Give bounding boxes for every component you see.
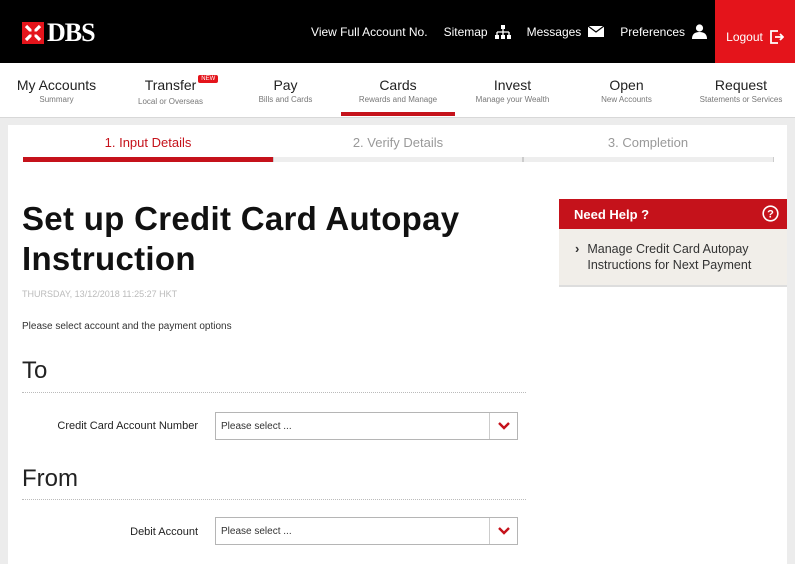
- step-bar-2: [273, 157, 523, 162]
- dbs-star-icon: [22, 22, 44, 44]
- nav-request[interactable]: Request Statements or Services: [692, 77, 790, 104]
- nav-request-sub: Statements or Services: [699, 95, 783, 104]
- step-bar-3: [523, 157, 774, 162]
- logout-icon: [769, 29, 784, 44]
- envelope-icon: [588, 26, 605, 37]
- messages-label: Messages: [526, 24, 582, 39]
- nav-my-accounts-sub: Summary: [39, 95, 74, 104]
- nav-open-sub: New Accounts: [601, 95, 652, 104]
- nav-pay-label: Pay: [273, 77, 298, 93]
- debit-account-label: Debit Account: [130, 526, 198, 538]
- from-heading: From: [22, 465, 78, 492]
- step-verify-details: 2. Verify Details: [352, 135, 444, 150]
- user-icon: [692, 24, 707, 39]
- nav-invest-sub: Manage your Wealth: [475, 95, 550, 104]
- nav-open[interactable]: Open New Accounts: [584, 77, 669, 104]
- preferences-link[interactable]: Preferences: [612, 0, 715, 63]
- progress-steps: 1. Input Details 2. Verify Details 3. Co…: [23, 125, 774, 163]
- from-divider: [22, 499, 526, 500]
- debit-account-select-value: Please select ...: [221, 526, 292, 537]
- nav-open-label: Open: [609, 77, 644, 93]
- view-full-account-link[interactable]: View Full Account No.: [303, 0, 436, 63]
- credit-card-select[interactable]: Please select ...: [215, 412, 518, 440]
- nav-my-accounts[interactable]: My Accounts Summary: [14, 77, 99, 104]
- nav-pay-sub: Bills and Cards: [258, 95, 313, 104]
- content-panel: 1. Input Details 2. Verify Details 3. Co…: [8, 125, 787, 564]
- top-links: View Full Account No. Sitemap Messages P…: [303, 0, 795, 63]
- nav-transfer-label-wrap: Transfer NEW: [144, 75, 219, 93]
- logout-button[interactable]: Logout: [715, 0, 795, 63]
- question-circle-icon[interactable]: ?: [762, 205, 779, 225]
- nav-transfer[interactable]: Transfer NEW Local or Overseas: [128, 75, 219, 106]
- active-nav-indicator: [341, 112, 455, 116]
- nav-transfer-sub: Local or Overseas: [138, 97, 203, 106]
- to-heading: To: [22, 357, 48, 384]
- step-completion: 3. Completion: [607, 135, 689, 150]
- nav-cards[interactable]: Cards Rewards and Manage: [341, 77, 455, 104]
- nav-my-accounts-label: My Accounts: [16, 77, 97, 93]
- dbs-logo[interactable]: DBS: [22, 18, 96, 48]
- sitemap-icon: [494, 24, 511, 39]
- svg-text:?: ?: [767, 209, 774, 221]
- view-full-account-label: View Full Account No.: [311, 24, 428, 39]
- need-help-title: Need Help ?: [574, 207, 650, 222]
- step-bar-1: [23, 157, 273, 162]
- debit-account-select[interactable]: Please select ...: [215, 517, 518, 545]
- sitemap-label: Sitemap: [443, 24, 488, 39]
- top-bar: DBS View Full Account No. Sitemap Messag…: [0, 0, 795, 63]
- nav-invest[interactable]: Invest Manage your Wealth: [465, 77, 560, 104]
- nav-request-label: Request: [714, 77, 768, 93]
- credit-card-select-value: Please select ...: [221, 421, 292, 432]
- help-link-manage-autopay[interactable]: › Manage Credit Card Autopay Instruction…: [559, 229, 787, 287]
- step-input-details: 1. Input Details: [104, 135, 192, 150]
- nav-invest-label: Invest: [493, 77, 532, 93]
- main-navigation: My Accounts Summary Transfer NEW Local o…: [0, 63, 795, 118]
- chevron-right-icon: ›: [575, 241, 580, 256]
- nav-transfer-label: Transfer: [144, 77, 197, 93]
- preferences-label: Preferences: [620, 24, 685, 39]
- credit-card-label: Credit Card Account Number: [57, 420, 198, 432]
- instruction-text: Please select account and the payment op…: [22, 321, 232, 332]
- sitemap-link[interactable]: Sitemap: [436, 0, 519, 63]
- to-divider: [22, 392, 526, 393]
- new-badge: NEW: [198, 75, 219, 83]
- nav-cards-sub: Rewards and Manage: [358, 95, 438, 104]
- brand-name: DBS: [47, 18, 96, 47]
- messages-link[interactable]: Messages: [519, 0, 613, 63]
- timestamp: THURSDAY, 13/12/2018 11:25:27 HKT: [22, 289, 178, 299]
- chevron-down-icon: [489, 518, 517, 544]
- logout-label: Logout: [726, 29, 763, 44]
- chevron-down-icon: [489, 413, 517, 439]
- need-help-box: Need Help ? ? › Manage Credit Card Autop…: [559, 199, 787, 287]
- page-title: Set up Credit Card Autopay Instruction: [22, 200, 460, 277]
- help-link-text: Manage Credit Card Autopay Instructions …: [587, 242, 752, 272]
- nav-pay[interactable]: Pay Bills and Cards: [243, 77, 328, 104]
- need-help-header: Need Help ? ?: [559, 199, 787, 229]
- nav-cards-label: Cards: [379, 77, 417, 93]
